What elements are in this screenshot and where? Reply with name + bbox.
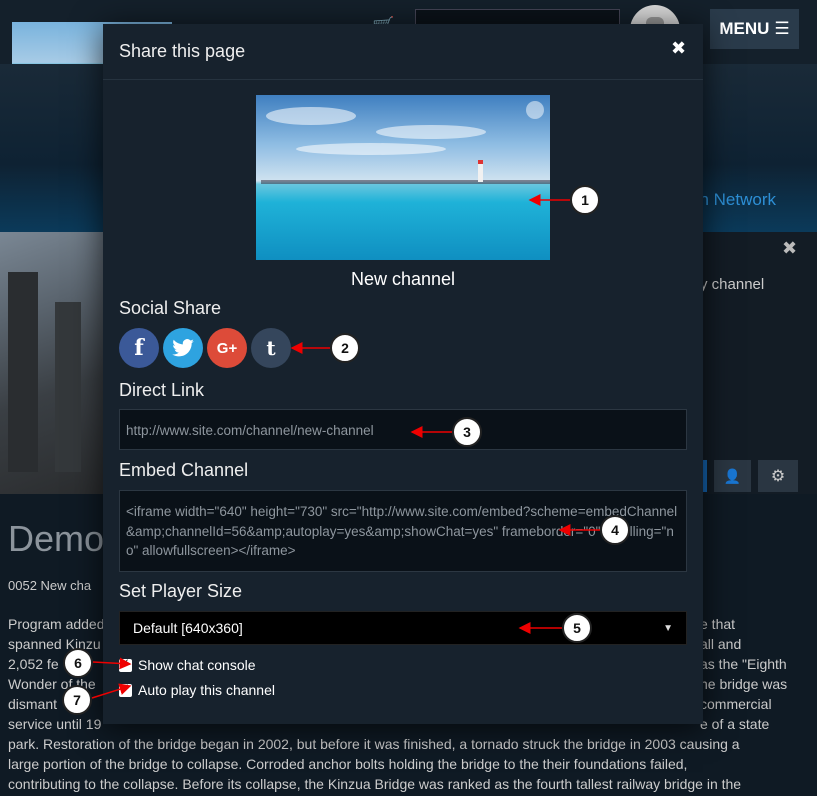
annotation-arrows xyxy=(91,194,600,699)
callout-6: 6 xyxy=(63,648,93,678)
callout-4: 4 xyxy=(600,515,630,545)
callout-5: 5 xyxy=(562,613,592,643)
callout-1: 1 xyxy=(570,185,600,215)
callout-7: 7 xyxy=(62,685,92,715)
callout-3: 3 xyxy=(452,417,482,447)
callout-2: 2 xyxy=(330,333,360,363)
